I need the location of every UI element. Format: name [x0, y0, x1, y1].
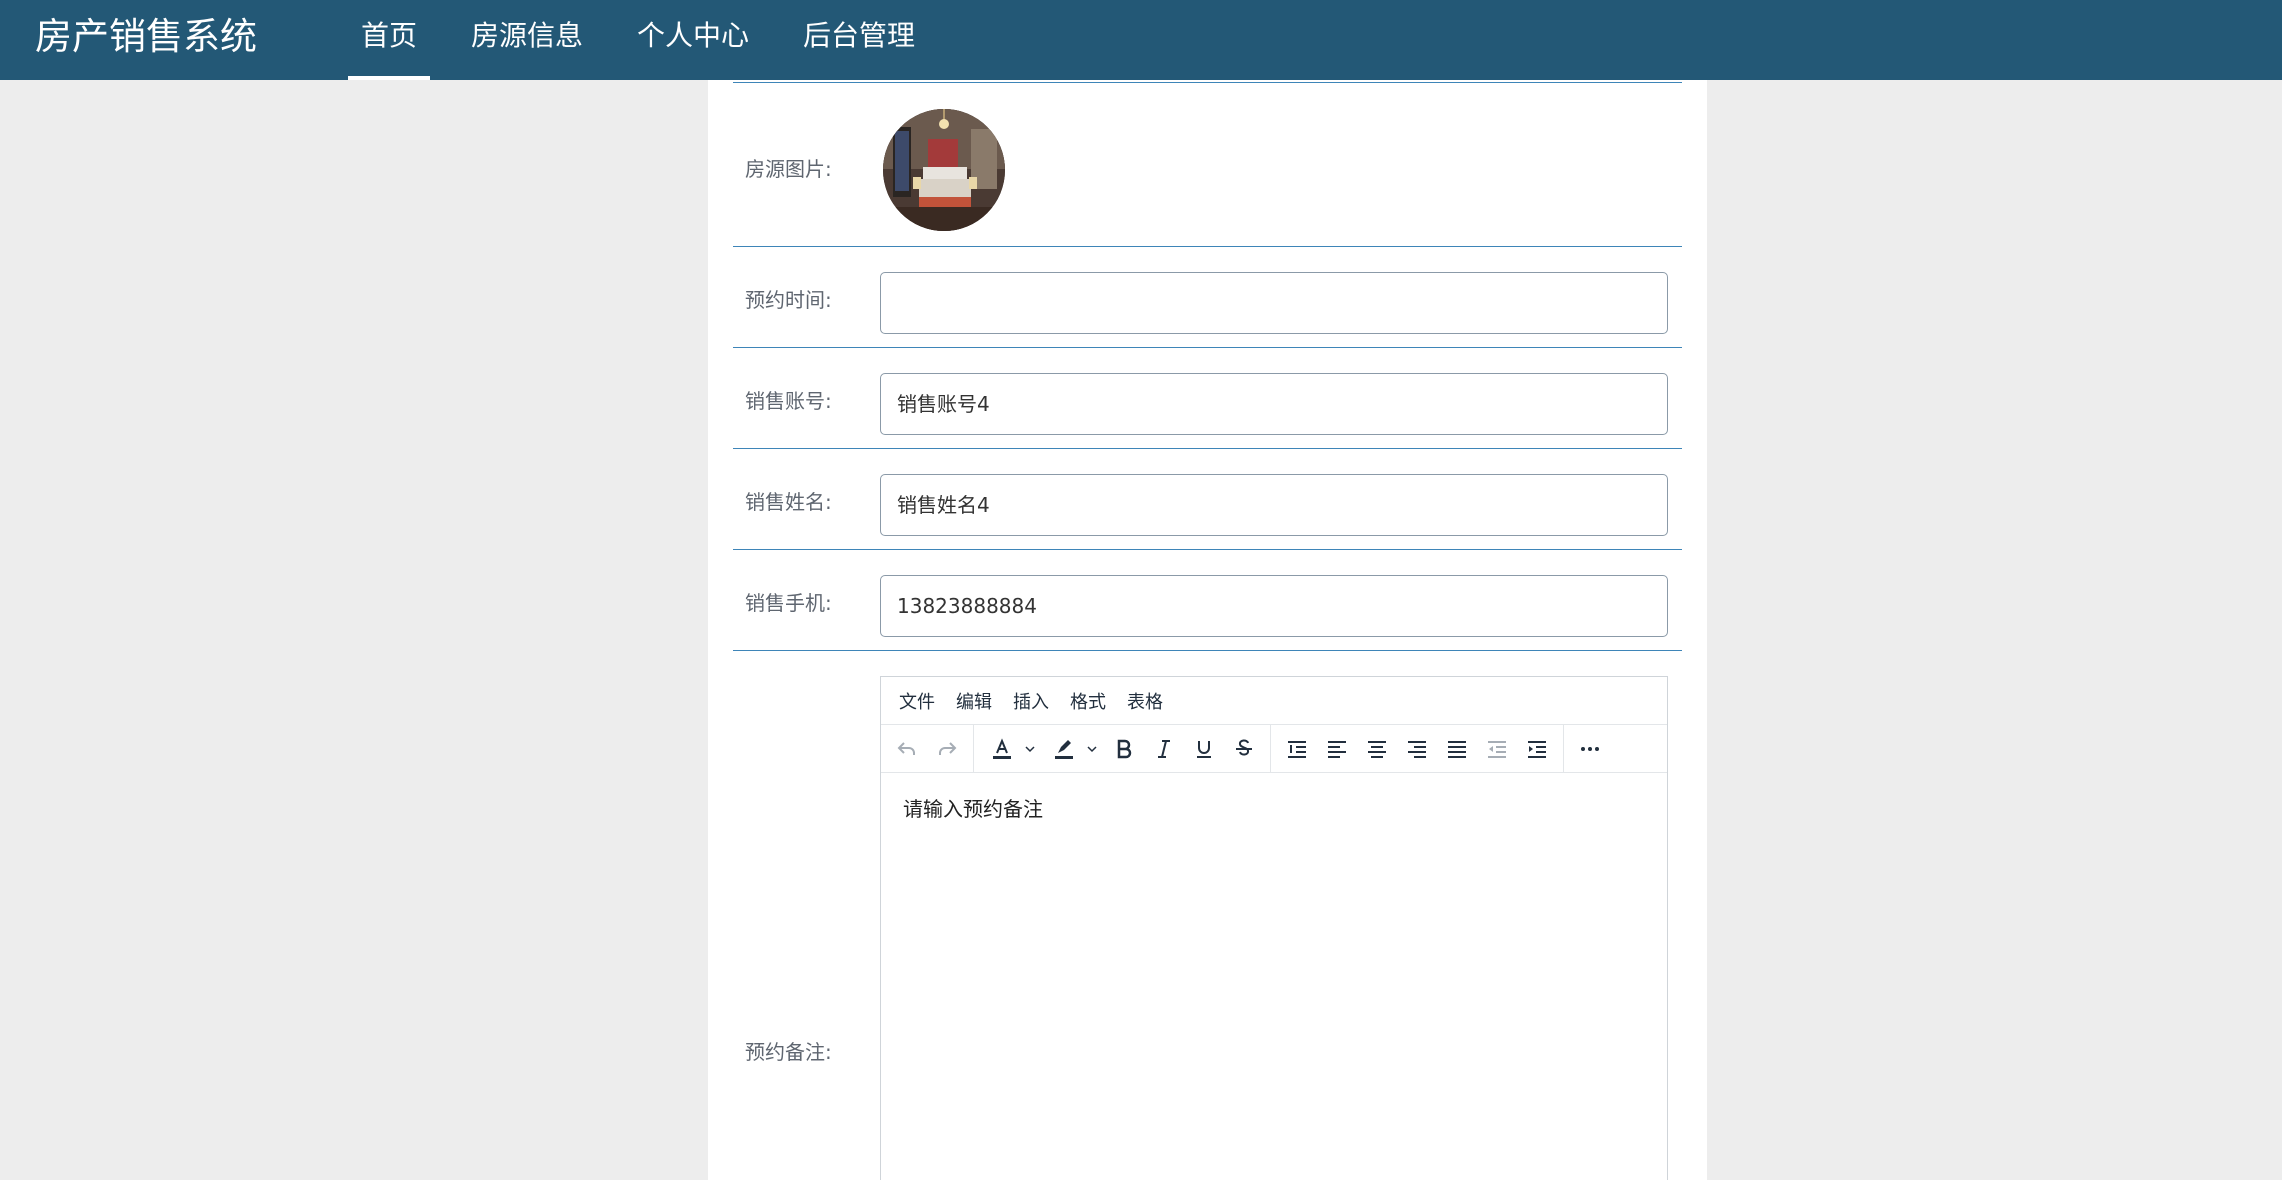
underline-icon[interactable] — [1184, 729, 1224, 769]
menu-insert[interactable]: 插入 — [1005, 688, 1057, 714]
menu-edit[interactable]: 编辑 — [948, 688, 1000, 714]
form-row-sales-account: 销售账号: 销售账号4 — [733, 348, 1682, 449]
align-justify-icon[interactable] — [1437, 729, 1477, 769]
history-group — [881, 724, 974, 773]
nav-item-profile[interactable]: 个人中心 — [624, 0, 762, 80]
alignment-group — [1271, 724, 1564, 773]
form-row-sales-phone: 销售手机: 13823888884 — [733, 550, 1682, 651]
sales-phone-input[interactable]: 13823888884 — [880, 575, 1668, 637]
bold-icon[interactable] — [1104, 729, 1144, 769]
menu-file[interactable]: 文件 — [891, 688, 943, 714]
sales-name-input[interactable]: 销售姓名4 — [880, 474, 1668, 536]
site-brand[interactable]: 房产销售系统 — [35, 12, 257, 62]
form-row-sales-name: 销售姓名: 销售姓名4 — [733, 449, 1682, 550]
redo-icon[interactable] — [927, 729, 967, 769]
text-color-icon[interactable] — [980, 729, 1042, 769]
form-row-photo: 房源图片: — [733, 83, 1682, 247]
sales-account-label: 销售账号: — [745, 389, 832, 413]
editor-toolbar — [881, 724, 1667, 773]
more-group — [1564, 725, 1616, 773]
italic-icon[interactable] — [1144, 729, 1184, 769]
strikethrough-icon[interactable] — [1224, 729, 1264, 769]
remark-label: 预约备注: — [745, 1040, 832, 1064]
more-icon[interactable] — [1570, 729, 1610, 769]
highlight-color-icon[interactable] — [1042, 729, 1104, 769]
outdent-icon[interactable] — [1477, 729, 1517, 769]
menu-table[interactable]: 表格 — [1119, 688, 1171, 714]
menu-format[interactable]: 格式 — [1062, 688, 1114, 714]
top-navbar: 房产销售系统 首页 房源信息 个人中心 后台管理 — [0, 0, 2282, 80]
remark-editor: 文件 编辑 插入 格式 表格 请输入预约备注 — [880, 676, 1668, 1180]
sales-account-input[interactable]: 销售账号4 — [880, 373, 1668, 435]
align-center-icon[interactable] — [1357, 729, 1397, 769]
align-right-icon[interactable] — [1397, 729, 1437, 769]
sales-phone-label: 销售手机: — [745, 591, 832, 615]
main-nav: 首页 房源信息 个人中心 后台管理 — [348, 0, 956, 80]
editor-menubar: 文件 编辑 插入 格式 表格 — [881, 677, 1667, 725]
nav-item-home[interactable]: 首页 — [348, 0, 431, 80]
undo-icon[interactable] — [887, 729, 927, 769]
appointment-form-card: 房源图片: 预约时间: 销售账号: 销售账号4 销售姓名: 销售姓名4 销售手机… — [708, 80, 1707, 1180]
nav-item-admin[interactable]: 后台管理 — [790, 0, 928, 80]
sales-name-label: 销售姓名: — [745, 490, 832, 514]
nav-item-listings[interactable]: 房源信息 — [458, 0, 596, 80]
photo-label: 房源图片: — [745, 157, 832, 181]
line-height-icon[interactable] — [1277, 729, 1317, 769]
form-row-appointment-time: 预约时间: — [733, 247, 1682, 348]
property-photo[interactable] — [883, 109, 1005, 231]
remark-placeholder: 请输入预约备注 — [903, 797, 1043, 821]
bedroom-image — [883, 109, 1005, 231]
appointment-time-input[interactable] — [880, 272, 1668, 334]
appointment-time-label: 预约时间: — [745, 288, 832, 312]
format-group — [974, 724, 1271, 773]
remark-editor-body[interactable]: 请输入预约备注 — [881, 773, 1667, 842]
align-left-icon[interactable] — [1317, 729, 1357, 769]
indent-icon[interactable] — [1517, 729, 1557, 769]
